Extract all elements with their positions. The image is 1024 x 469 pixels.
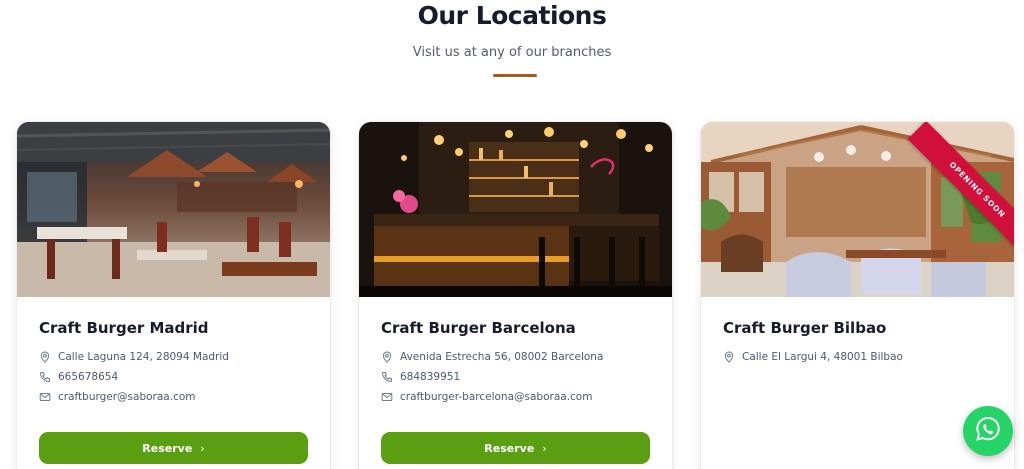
restaurant-photo [359,122,672,297]
phone-row: 684839951 [381,369,460,385]
phone-row: 665678654 [39,369,118,385]
reserve-button[interactable]: Reserve › [39,432,308,464]
location-name: Craft Burger Madrid [39,319,209,337]
email-text[interactable]: craftburger-barcelona@saboraa.com [400,391,592,403]
phone-text[interactable]: 665678654 [58,371,118,383]
address-row: Calle El Largui 4, 48001 Bilbao [723,349,903,365]
mail-icon [381,391,393,403]
email-row: craftburger@saboraa.com [39,389,196,405]
address-text: Avenida Estrecha 56, 08002 Barcelona [400,351,604,363]
address-text: Calle El Largui 4, 48001 Bilbao [742,351,903,363]
mail-icon [39,391,51,403]
address-row: Avenida Estrecha 56, 08002 Barcelona [381,349,603,365]
email-row: craftburger-barcelona@saboraa.com [381,389,592,405]
opening-soon-ribbon-wrap: OPENING SOON [864,122,1014,297]
phone-icon [39,371,51,383]
reserve-button-label: Reserve [484,441,535,455]
opening-soon-badge: OPENING SOON [907,122,1014,260]
location-name: Craft Burger Barcelona [381,319,576,337]
reserve-button[interactable]: Reserve › [381,432,650,464]
location-pin-icon [381,351,393,363]
phone-icon [381,371,393,383]
title-divider [493,74,537,77]
location-card-barcelona: Craft Burger Barcelona Avenida Estrecha … [359,122,672,469]
section-title: Our Locations [417,1,607,30]
restaurant-photo: OPENING SOON [701,122,1014,297]
address-text: Calle Laguna 124, 28094 Madrid [58,351,229,363]
location-pin-icon [723,351,735,363]
reserve-button-label: Reserve [142,441,193,455]
restaurant-photo [17,122,330,297]
address-row: Calle Laguna 124, 28094 Madrid [39,349,229,365]
phone-text[interactable]: 684839951 [400,371,460,383]
chevron-right-icon: › [200,441,205,455]
section-subtitle: Visit us at any of our branches [412,45,612,60]
email-text[interactable]: craftburger@saboraa.com [58,391,196,403]
location-name: Craft Burger Bilbao [723,319,887,337]
chevron-right-icon: › [542,441,547,455]
location-pin-icon [39,351,51,363]
location-card-madrid: Craft Burger Madrid Calle Laguna 124, 28… [17,122,330,469]
whatsapp-button[interactable] [963,406,1013,456]
whatsapp-icon [974,415,1002,447]
